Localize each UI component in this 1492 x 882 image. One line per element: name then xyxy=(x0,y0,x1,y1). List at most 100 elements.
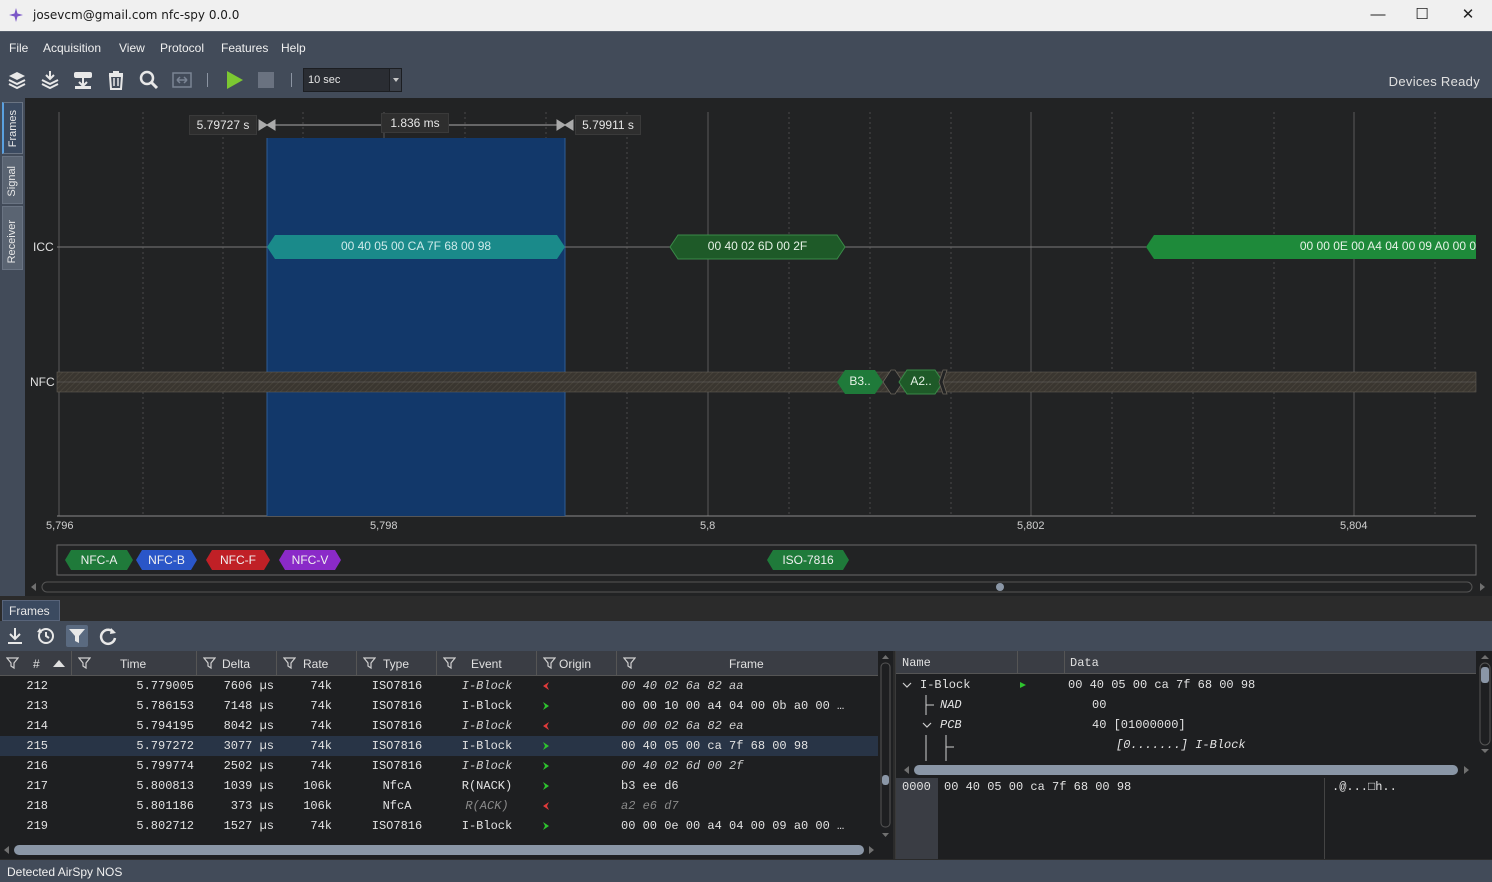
toolbar-separator xyxy=(207,73,208,87)
close-icon[interactable]: ✕ xyxy=(1445,0,1491,31)
filter-icon[interactable] xyxy=(6,656,19,670)
column-time[interactable]: Time xyxy=(72,651,197,676)
tree-node-nad[interactable]: NAD xyxy=(940,698,962,712)
filter-icon[interactable] xyxy=(543,656,556,670)
cell-rate: 74k xyxy=(310,719,332,733)
column-rate[interactable]: Rate xyxy=(277,651,357,676)
column-name[interactable]: Name xyxy=(902,656,931,670)
cell-id: 216 xyxy=(26,759,48,773)
table-vertical-scrollbar[interactable] xyxy=(879,651,892,843)
play-icon[interactable] xyxy=(224,70,246,90)
tab-frames-panel[interactable]: Frames xyxy=(2,600,60,621)
filter-icon[interactable] xyxy=(363,656,376,670)
cell-rate: 74k xyxy=(310,759,332,773)
origin-tx-icon xyxy=(543,822,549,830)
tree-value-pcb-bits: [0.......] I-Block xyxy=(1116,738,1246,752)
column-id[interactable]: # xyxy=(0,651,72,676)
tree-node-pcb[interactable]: PCB xyxy=(940,718,962,732)
stack-open-icon[interactable] xyxy=(6,70,28,90)
maximize-icon[interactable]: ☐ xyxy=(1399,0,1445,31)
filter-icon[interactable] xyxy=(203,656,216,670)
filter-icon[interactable] xyxy=(78,656,91,670)
legend-label: NFC-F xyxy=(220,553,256,567)
stack-save-icon[interactable] xyxy=(39,70,61,90)
cell-time: 5.801186 xyxy=(136,799,194,813)
filter-icon[interactable] xyxy=(443,656,456,670)
clock-refresh-icon[interactable] xyxy=(35,625,57,647)
cell-delta: 8042 µs xyxy=(223,719,274,733)
filter-icon[interactable] xyxy=(283,656,296,670)
table-row[interactable]: 218 5.801186 373 µs 106k NfcA R(ACK) a2 e6 d7 xyxy=(0,796,878,816)
cell-id: 219 xyxy=(26,819,48,833)
menu-help[interactable]: Help xyxy=(281,41,306,55)
filter-icon[interactable] xyxy=(623,656,636,670)
cell-rate: 106k xyxy=(303,779,332,793)
tab-frames[interactable]: Frames xyxy=(2,102,23,154)
column-frame[interactable]: Frame xyxy=(617,651,878,676)
cell-id: 215 xyxy=(26,739,48,753)
cell-id: 217 xyxy=(26,779,48,793)
cell-time: 5.800813 xyxy=(136,779,194,793)
cell-event: I-Block xyxy=(461,819,513,833)
main-toolbar: 10 sec Devices Ready xyxy=(0,62,1492,98)
column-delta[interactable]: Delta xyxy=(197,651,277,676)
tab-receiver[interactable]: Receiver xyxy=(2,206,23,270)
menu-features[interactable]: Features xyxy=(221,41,268,55)
table-row[interactable]: 214 5.794195 8042 µs 74k ISO7816 I-Block 00 00… xyxy=(0,716,878,736)
lane-label-nfc: NFC xyxy=(30,375,55,389)
selection-range[interactable] xyxy=(267,138,565,516)
table-row[interactable]: 217 5.800813 1039 µs 106k NfcA R(NACK) b3 ee d… xyxy=(0,776,878,796)
cell-event: I-Block xyxy=(461,679,513,693)
table-row[interactable]: 212 5.779005 7606 µs 74k ISO7816 I-Block 00 40… xyxy=(0,676,878,696)
search-icon[interactable] xyxy=(138,70,160,90)
tree-node-iblock[interactable]: I-Block xyxy=(920,678,970,692)
table-row[interactable]: 219 5.802712 1527 µs 74k ISO7816 I-Block 00 00… xyxy=(0,816,878,836)
cell-delta: 2502 µs xyxy=(223,759,274,773)
frames-table: # Time Delta Rate Type Event Origin Fram… xyxy=(0,651,893,859)
minimize-icon[interactable]: — xyxy=(1355,0,1401,31)
chevron-down-icon[interactable] xyxy=(389,69,401,91)
tab-signal[interactable]: Signal xyxy=(2,156,23,204)
cell-type: ISO7816 xyxy=(371,739,423,753)
detail-vertical-scrollbar[interactable] xyxy=(1478,651,1492,755)
filter-icon[interactable] xyxy=(66,625,88,647)
column-type[interactable]: Type xyxy=(357,651,437,676)
cell-frame: 00 00 02 6a 82 ea xyxy=(621,719,744,733)
download-icon[interactable] xyxy=(4,625,26,647)
timeline-scrollbar[interactable] xyxy=(30,580,1490,594)
menu-protocol[interactable]: Protocol xyxy=(160,41,204,55)
time-window-select[interactable]: 10 sec xyxy=(303,68,402,92)
reload-icon[interactable] xyxy=(97,625,119,647)
menu-view[interactable]: View xyxy=(119,41,145,55)
stop-icon[interactable] xyxy=(256,70,278,90)
hex-view[interactable]: 0000 00 40 05 00 ca 7f 68 00 98 .@...□h.… xyxy=(896,778,1492,859)
menu-acquisition[interactable]: Acquisition xyxy=(43,41,101,55)
sort-ascending-icon[interactable] xyxy=(52,658,66,668)
major-grid xyxy=(58,112,1355,516)
table-row[interactable]: 213 5.786153 7148 µs 74k ISO7816 I-Block 00 00… xyxy=(0,696,878,716)
table-row[interactable]: 216 5.799774 2502 µs 74k ISO7816 I-Block 00 40… xyxy=(0,756,878,776)
cell-time: 5.786153 xyxy=(136,699,194,713)
hex-offset: 0000 xyxy=(902,780,931,794)
cell-type: NfcA xyxy=(382,799,412,813)
device-status: Devices Ready xyxy=(1388,74,1480,89)
cell-delta: 3077 µs xyxy=(223,739,274,753)
cell-type: ISO7816 xyxy=(371,679,423,693)
cell-time: 5.779005 xyxy=(136,679,194,693)
detail-horizontal-scrollbar[interactable] xyxy=(896,763,1476,777)
app-logo-icon xyxy=(9,8,23,22)
frames-timeline[interactable]: ICC NFC 5.79727 s 1.836 ms 5.79911 s 00 … xyxy=(25,98,1492,596)
cell-event: I-Block xyxy=(461,699,513,713)
table-row[interactable]: 215 5.797272 3077 µs 74k ISO7816 I-Block 00 40… xyxy=(0,736,878,756)
fit-range-icon[interactable] xyxy=(171,70,193,90)
column-event[interactable]: Event xyxy=(437,651,537,676)
cell-rate: 74k xyxy=(310,819,332,833)
cell-event: I-Block xyxy=(461,759,513,773)
trash-icon[interactable] xyxy=(105,70,127,90)
column-data[interactable]: Data xyxy=(1070,656,1099,670)
menu-file[interactable]: File xyxy=(9,41,28,55)
origin-tx-icon xyxy=(543,782,549,790)
record-download-icon[interactable] xyxy=(72,70,94,90)
column-origin[interactable]: Origin xyxy=(537,651,617,676)
table-horizontal-scrollbar[interactable] xyxy=(0,843,878,857)
